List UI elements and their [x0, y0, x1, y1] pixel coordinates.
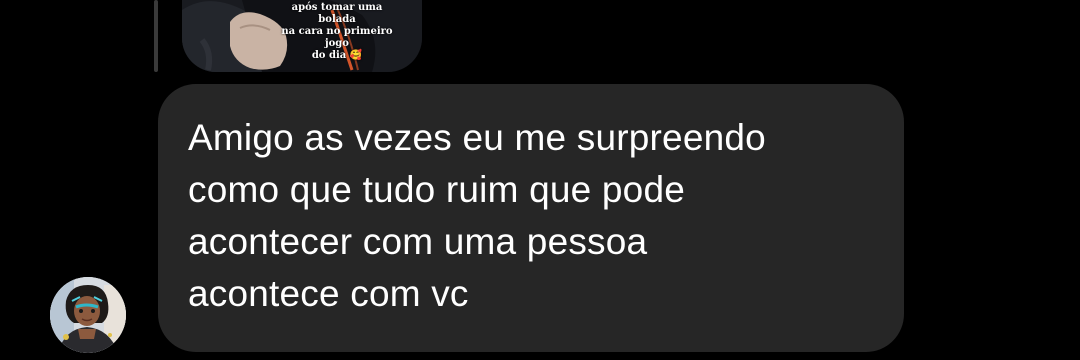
- sender-avatar[interactable]: [50, 277, 126, 353]
- shared-post-caption: após tomar uma bolada na cara no primeir…: [281, 2, 393, 61]
- message-text: Amigo as vezes eu me surpreendo como que…: [188, 117, 766, 314]
- shared-post-thumbnail[interactable]: após tomar uma bolada na cara no primeir…: [182, 0, 422, 72]
- message-bubble[interactable]: Amigo as vezes eu me surpreendo como que…: [158, 84, 904, 352]
- reply-indicator-line: [154, 0, 158, 72]
- user-avatar-icon: [50, 277, 126, 353]
